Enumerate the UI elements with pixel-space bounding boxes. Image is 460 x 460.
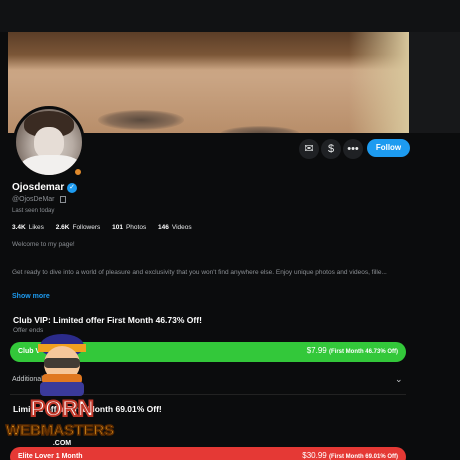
more-icon[interactable]: ••• xyxy=(343,139,363,159)
profile-stats: 3.4K Likes 2.6K Followers 101 Photos 146 Vid… xyxy=(12,224,192,231)
dollar-icon[interactable]: $ xyxy=(321,139,341,159)
watermark-line1: PORN xyxy=(30,396,94,421)
follow-button[interactable]: Follow xyxy=(367,139,410,157)
cover-shade xyxy=(349,32,409,133)
videos-count: 146 xyxy=(158,224,169,231)
videos-label[interactable]: Videos xyxy=(172,224,192,231)
profile-handle: @OjosDeMar xyxy=(12,196,55,203)
bio-welcome: Welcome to my page! xyxy=(12,241,75,248)
plan2-name: Elite Lover 1 Month xyxy=(18,453,83,460)
followers-count: 2.6K xyxy=(55,224,70,231)
copy-icon[interactable] xyxy=(60,196,66,203)
plan-price: $7.99 (First Month 46.73% Off) xyxy=(307,346,398,355)
mail-icon[interactable]: ✉ xyxy=(299,139,319,159)
online-status-dot xyxy=(73,167,83,177)
likes-count: 3.4K xyxy=(12,224,26,231)
cover-eye-right xyxy=(220,126,300,133)
plan-price-note: (First Month 46.73% Off) xyxy=(328,349,398,355)
profile-page: ✉ $ ••• Follow Ojosdemar ✓ @OjosDeMar La… xyxy=(0,0,460,460)
avatar-body xyxy=(20,155,82,175)
photos-count: 101 xyxy=(112,224,123,231)
cover-side-panel xyxy=(409,32,460,133)
show-more-link[interactable]: Show more xyxy=(12,293,50,300)
bio-text: Get ready to dive into a world of pleasu… xyxy=(12,269,387,276)
plan2-price-note: (First Month 69.01% Off) xyxy=(328,454,398,460)
watermark-line2: WEBMASTERS xyxy=(6,422,114,439)
plan2-price-value: $30.99 xyxy=(302,451,327,460)
likes-label: Likes xyxy=(28,224,44,231)
subscribe-plan-button-2[interactable]: Elite Lover 1 Month $30.99 (First Month … xyxy=(10,447,406,460)
last-seen: Last seen today xyxy=(12,208,55,214)
verified-badge-icon: ✓ xyxy=(67,183,77,193)
watermark-line3: .COM xyxy=(53,440,71,447)
cover-eye-left xyxy=(98,110,184,130)
plan-price-value: $7.99 xyxy=(306,346,327,355)
plan2-price: $30.99 (First Month 69.01% Off) xyxy=(302,451,398,460)
profile-name: Ojosdemar xyxy=(12,182,65,193)
photos-label[interactable]: Photos xyxy=(126,224,146,231)
chevron-down-icon[interactable]: ⌄ xyxy=(395,374,403,385)
top-bar xyxy=(0,0,460,32)
watermark-logo: PORN WEBMASTERS .COM xyxy=(5,334,115,447)
followers-label: Followers xyxy=(72,224,101,231)
